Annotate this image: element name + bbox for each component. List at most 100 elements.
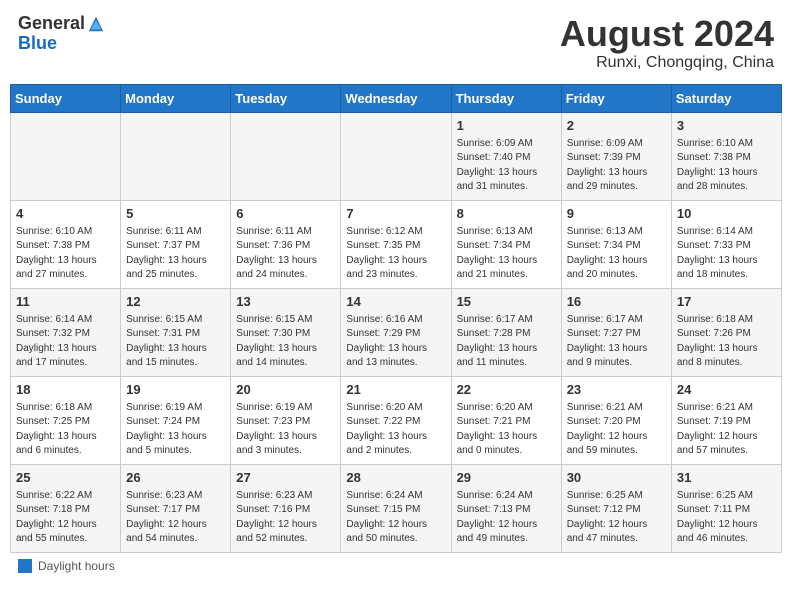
- calendar-cell: 25 Sunrise: 6:22 AM Sunset: 7:18 PM Dayli…: [11, 464, 121, 552]
- day-number: 15: [457, 293, 556, 311]
- calendar-cell: 22 Sunrise: 6:20 AM Sunset: 7:21 PM Dayli…: [451, 376, 561, 464]
- day-info: Sunrise: 6:16 AM Sunset: 7:29 PM Dayligh…: [346, 313, 445, 371]
- day-number: 10: [677, 205, 776, 223]
- calendar-cell: [11, 112, 121, 200]
- weekday-header: Wednesday: [341, 84, 451, 112]
- day-info: Sunrise: 6:18 AM Sunset: 7:25 PM Dayligh…: [16, 401, 115, 459]
- day-number: 25: [16, 469, 115, 487]
- day-number: 14: [346, 293, 445, 311]
- day-number: 19: [126, 381, 225, 399]
- day-info: Sunrise: 6:11 AM Sunset: 7:36 PM Dayligh…: [236, 225, 335, 283]
- calendar-cell: [231, 112, 341, 200]
- day-info: Sunrise: 6:09 AM Sunset: 7:39 PM Dayligh…: [567, 137, 666, 195]
- day-number: 8: [457, 205, 556, 223]
- calendar-cell: 29 Sunrise: 6:24 AM Sunset: 7:13 PM Dayli…: [451, 464, 561, 552]
- calendar-cell: 9 Sunrise: 6:13 AM Sunset: 7:34 PM Daylig…: [561, 200, 671, 288]
- logo: General Blue: [18, 14, 105, 54]
- day-number: 13: [236, 293, 335, 311]
- day-info: Sunrise: 6:17 AM Sunset: 7:28 PM Dayligh…: [457, 313, 556, 371]
- calendar-cell: 27 Sunrise: 6:23 AM Sunset: 7:16 PM Dayli…: [231, 464, 341, 552]
- day-number: 2: [567, 117, 666, 135]
- day-info: Sunrise: 6:09 AM Sunset: 7:40 PM Dayligh…: [457, 137, 556, 195]
- calendar-cell: 11 Sunrise: 6:14 AM Sunset: 7:32 PM Dayli…: [11, 288, 121, 376]
- day-info: Sunrise: 6:20 AM Sunset: 7:21 PM Dayligh…: [457, 401, 556, 459]
- day-number: 6: [236, 205, 335, 223]
- calendar-cell: 13 Sunrise: 6:15 AM Sunset: 7:30 PM Dayli…: [231, 288, 341, 376]
- calendar-cell: 19Sunrise: 6:19 AM Sunset: 7:24 PM Dayli…: [121, 376, 231, 464]
- day-info: Sunrise: 6:23 AM Sunset: 7:16 PM Dayligh…: [236, 489, 335, 547]
- calendar-cell: 17 Sunrise: 6:18 AM Sunset: 7:26 PM Dayli…: [671, 288, 781, 376]
- weekday-header: Saturday: [671, 84, 781, 112]
- calendar-cell: 20Sunrise: 6:19 AM Sunset: 7:23 PM Dayli…: [231, 376, 341, 464]
- day-info: Sunrise: 6:24 AM Sunset: 7:15 PM Dayligh…: [346, 489, 445, 547]
- day-info: Sunrise: 6:13 AM Sunset: 7:34 PM Dayligh…: [457, 225, 556, 283]
- day-number: 11: [16, 293, 115, 311]
- day-info: Sunrise: 6:14 AM Sunset: 7:32 PM Dayligh…: [16, 313, 115, 371]
- day-info: Sunrise: 6:21 AM Sunset: 7:20 PM Dayligh…: [567, 401, 666, 459]
- location-text: Runxi, Chongqing, China: [560, 54, 774, 72]
- day-info: Sunrise: 6:12 AM Sunset: 7:35 PM Dayligh…: [346, 225, 445, 283]
- legend-label: Daylight hours: [38, 559, 115, 573]
- day-number: 18: [16, 381, 115, 399]
- calendar-cell: 16Sunrise: 6:17 AM Sunset: 7:27 PM Dayli…: [561, 288, 671, 376]
- day-number: 21: [346, 381, 445, 399]
- day-number: 7: [346, 205, 445, 223]
- day-info: Sunrise: 6:18 AM Sunset: 7:26 PM Dayligh…: [677, 313, 776, 371]
- legend-color-box: [18, 559, 32, 573]
- calendar-cell: 24 Sunrise: 6:21 AM Sunset: 7:19 PM Dayli…: [671, 376, 781, 464]
- day-info: Sunrise: 6:15 AM Sunset: 7:30 PM Dayligh…: [236, 313, 335, 371]
- day-number: 22: [457, 381, 556, 399]
- logo-blue-text: Blue: [18, 34, 105, 54]
- calendar-cell: 6 Sunrise: 6:11 AM Sunset: 7:36 PM Daylig…: [231, 200, 341, 288]
- day-info: Sunrise: 6:21 AM Sunset: 7:19 PM Dayligh…: [677, 401, 776, 459]
- day-info: Sunrise: 6:11 AM Sunset: 7:37 PM Dayligh…: [126, 225, 225, 283]
- day-number: 4: [16, 205, 115, 223]
- day-info: Sunrise: 6:10 AM Sunset: 7:38 PM Dayligh…: [16, 225, 115, 283]
- calendar-cell: [121, 112, 231, 200]
- day-number: 27: [236, 469, 335, 487]
- day-number: 9: [567, 205, 666, 223]
- weekday-header: Tuesday: [231, 84, 341, 112]
- day-info: Sunrise: 6:15 AM Sunset: 7:31 PM Dayligh…: [126, 313, 225, 371]
- day-number: 1: [457, 117, 556, 135]
- month-year-title: August 2024: [560, 14, 774, 54]
- calendar-cell: 14 Sunrise: 6:16 AM Sunset: 7:29 PM Dayli…: [341, 288, 451, 376]
- calendar-cell: 28 Sunrise: 6:24 AM Sunset: 7:15 PM Dayli…: [341, 464, 451, 552]
- header: General Blue August 2024 Runxi, Chongqin…: [10, 10, 782, 76]
- day-number: 16: [567, 293, 666, 311]
- title-area: August 2024 Runxi, Chongqing, China: [560, 14, 774, 72]
- day-info: Sunrise: 6:22 AM Sunset: 7:18 PM Dayligh…: [16, 489, 115, 547]
- day-info: Sunrise: 6:19 AM Sunset: 7:23 PM Dayligh…: [236, 401, 335, 459]
- weekday-header: Thursday: [451, 84, 561, 112]
- calendar-cell: 26Sunrise: 6:23 AM Sunset: 7:17 PM Dayli…: [121, 464, 231, 552]
- calendar-cell: [341, 112, 451, 200]
- day-info: Sunrise: 6:20 AM Sunset: 7:22 PM Dayligh…: [346, 401, 445, 459]
- day-info: Sunrise: 6:10 AM Sunset: 7:38 PM Dayligh…: [677, 137, 776, 195]
- calendar-cell: 7 Sunrise: 6:12 AM Sunset: 7:35 PM Daylig…: [341, 200, 451, 288]
- day-number: 12: [126, 293, 225, 311]
- day-info: Sunrise: 6:25 AM Sunset: 7:11 PM Dayligh…: [677, 489, 776, 547]
- day-number: 24: [677, 381, 776, 399]
- calendar-cell: 4 Sunrise: 6:10 AM Sunset: 7:38 PM Daylig…: [11, 200, 121, 288]
- day-number: 29: [457, 469, 556, 487]
- day-number: 28: [346, 469, 445, 487]
- calendar-cell: 12 Sunrise: 6:15 AM Sunset: 7:31 PM Dayli…: [121, 288, 231, 376]
- calendar-cell: 3 Sunrise: 6:10 AM Sunset: 7:38 PM Daylig…: [671, 112, 781, 200]
- day-number: 23: [567, 381, 666, 399]
- calendar-cell: 31 Sunrise: 6:25 AM Sunset: 7:11 PM Dayli…: [671, 464, 781, 552]
- legend: Daylight hours: [10, 559, 782, 573]
- day-number: 3: [677, 117, 776, 135]
- day-number: 17: [677, 293, 776, 311]
- calendar-cell: 5 Sunrise: 6:11 AM Sunset: 7:37 PM Daylig…: [121, 200, 231, 288]
- day-info: Sunrise: 6:24 AM Sunset: 7:13 PM Dayligh…: [457, 489, 556, 547]
- calendar-cell: 23 Sunrise: 6:21 AM Sunset: 7:20 PM Dayli…: [561, 376, 671, 464]
- day-number: 5: [126, 205, 225, 223]
- day-info: Sunrise: 6:13 AM Sunset: 7:34 PM Dayligh…: [567, 225, 666, 283]
- calendar-cell: 15 Sunrise: 6:17 AM Sunset: 7:28 PM Dayli…: [451, 288, 561, 376]
- calendar-cell: 2 Sunrise: 6:09 AM Sunset: 7:39 PM Daylig…: [561, 112, 671, 200]
- weekday-header: Friday: [561, 84, 671, 112]
- day-number: 31: [677, 469, 776, 487]
- calendar-header: SundayMondayTuesdayWednesdayThursdayFrid…: [11, 84, 782, 112]
- day-info: Sunrise: 6:14 AM Sunset: 7:33 PM Dayligh…: [677, 225, 776, 283]
- calendar-cell: 1 Sunrise: 6:09 AM Sunset: 7:40 PM Daylig…: [451, 112, 561, 200]
